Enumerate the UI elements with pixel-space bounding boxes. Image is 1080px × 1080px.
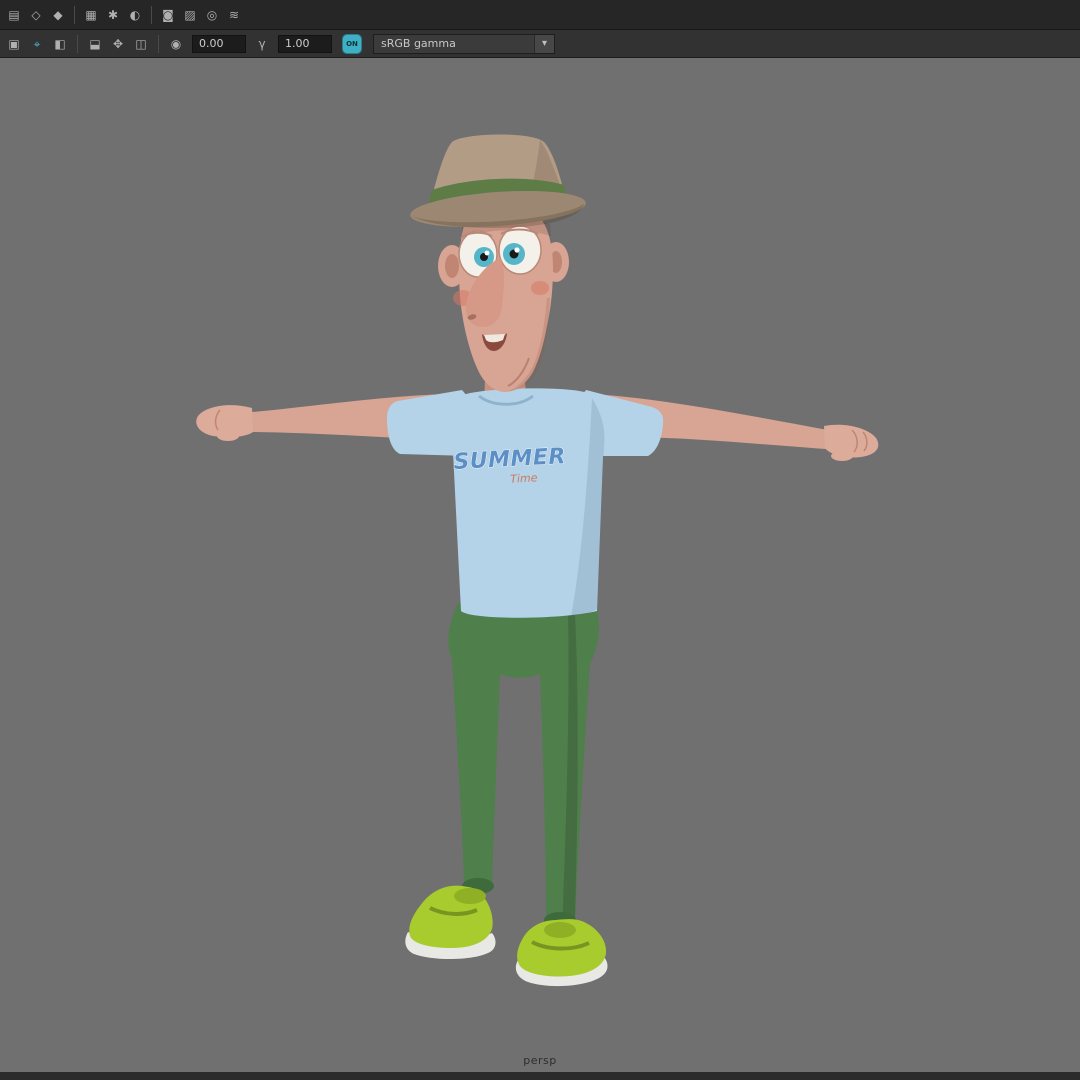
right-eye-highlight xyxy=(514,247,520,253)
camera-lock-icon[interactable]: ◧ xyxy=(50,34,70,54)
left-shoe-collar xyxy=(454,888,486,904)
viewport-canvas[interactable]: SUMMER Time xyxy=(0,58,1080,1072)
camera-select-icon[interactable]: ⌖ xyxy=(27,34,47,54)
isolate-select-icon[interactable]: ◫ xyxy=(131,34,151,54)
viewport-toolbar-top: ▤ ◇ ◆ ▦ ✱ ◐ ◙ ▨ ◎ ≋ xyxy=(0,0,1080,30)
character-pants xyxy=(448,603,599,931)
depth-of-field-icon[interactable]: ◎ xyxy=(202,5,222,25)
panel-layout-icon[interactable]: ▤ xyxy=(4,5,24,25)
character-hat xyxy=(410,134,586,228)
toolbar-separator xyxy=(151,5,152,24)
anti-aliasing-icon[interactable]: ▨ xyxy=(180,5,200,25)
wireframe-mode-icon[interactable]: ◇ xyxy=(26,5,46,25)
view-transform-dropdown[interactable]: sRGB gamma ▾ xyxy=(373,33,555,54)
gamma-icon[interactable]: γ xyxy=(252,34,272,54)
right-cheek-blush xyxy=(531,281,549,295)
toolbar-separator xyxy=(74,5,75,24)
textured-mode-icon[interactable]: ▦ xyxy=(81,5,101,25)
viewport-toolbar-display: ▣ ⌖ ◧ ⬓ ✥ ◫ ◉ 0.00 γ 1.00 ON sRGB gamma … xyxy=(0,30,1080,58)
toolbar-separator xyxy=(158,34,159,53)
left-ear-inner xyxy=(445,254,459,278)
shadows-toggle-icon[interactable]: ◐ xyxy=(125,5,145,25)
exposure-icon[interactable]: ◉ xyxy=(166,34,186,54)
lighting-toggle-icon[interactable]: ✱ xyxy=(103,5,123,25)
character-shoes xyxy=(405,885,608,987)
gamma-field[interactable]: 1.00 xyxy=(278,34,332,53)
image-plane-icon[interactable]: ⬓ xyxy=(85,34,105,54)
motion-blur-icon[interactable]: ≋ xyxy=(224,5,244,25)
character-model: SUMMER Time xyxy=(196,134,879,987)
left-thumb xyxy=(217,431,239,441)
renderer-menu-icon[interactable]: ▣ xyxy=(4,34,24,54)
application-window: ▤ ◇ ◆ ▦ ✱ ◐ ◙ ▨ ◎ ≋ ▣ ⌖ ◧ ⬓ ✥ ◫ ◉ 0.00 γ… xyxy=(0,0,1080,1080)
left-eye-highlight xyxy=(484,250,490,256)
ambient-occlusion-icon[interactable]: ◙ xyxy=(158,5,178,25)
color-management-toggle[interactable]: ON xyxy=(342,33,362,54)
exposure-field[interactable]: 0.00 xyxy=(192,34,246,53)
shaded-mode-icon[interactable]: ◆ xyxy=(48,5,68,25)
toolbar-separator xyxy=(77,34,78,53)
right-thumb xyxy=(831,451,853,461)
chevron-down-icon[interactable]: ▾ xyxy=(534,34,554,53)
character-head xyxy=(438,210,569,392)
bottom-panel-strip xyxy=(0,1072,1080,1080)
character-shirt: SUMMER Time xyxy=(387,388,664,618)
viewport-panel[interactable]: SUMMER Time persp xyxy=(0,58,1080,1072)
pan-zoom-icon[interactable]: ✥ xyxy=(108,34,128,54)
right-hand xyxy=(824,424,879,458)
camera-name-label: persp xyxy=(523,1054,557,1067)
right-shoe-collar xyxy=(544,922,576,938)
view-transform-value: sRGB gamma xyxy=(381,37,456,50)
shirt-logo-subtext: Time xyxy=(510,471,538,485)
